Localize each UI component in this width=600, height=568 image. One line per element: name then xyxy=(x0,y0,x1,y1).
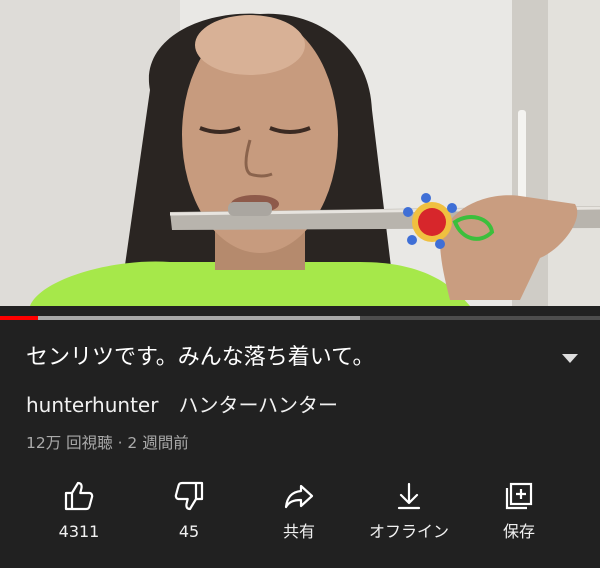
channel-name[interactable]: hunterhunter ハンターハンター xyxy=(26,390,338,420)
thumbs-down-icon xyxy=(174,481,204,511)
download-icon xyxy=(397,482,421,510)
expand-description-icon[interactable] xyxy=(560,350,580,366)
like-button[interactable]: 4311 xyxy=(24,470,134,560)
video-metadata: 12万 回視聴 · 2 週間前 xyxy=(26,434,189,452)
thumbs-up-icon xyxy=(64,481,94,511)
save-button[interactable]: 保存 xyxy=(464,470,574,560)
share-label: 共有 xyxy=(282,522,315,541)
video-title: センリツです。みんな落ち着いて。 xyxy=(26,345,375,370)
offline-label: オフライン xyxy=(368,522,449,541)
share-button[interactable]: 共有 xyxy=(244,470,354,560)
progress-played xyxy=(0,316,38,320)
video-player[interactable] xyxy=(0,0,600,306)
save-label: 保存 xyxy=(502,522,535,541)
like-count: 4311 xyxy=(58,522,100,541)
video-frame-image xyxy=(0,0,600,306)
progress-bar[interactable] xyxy=(0,316,600,320)
dislike-button[interactable]: 45 xyxy=(134,470,244,560)
dislike-count: 45 xyxy=(178,522,200,541)
share-icon xyxy=(284,484,314,509)
save-playlist-icon xyxy=(505,482,533,510)
offline-button[interactable]: オフライン xyxy=(354,470,464,560)
progress-buffered xyxy=(0,316,360,320)
action-bar: 4311 45 共有 オフライン 保存 xyxy=(0,470,600,560)
title-row[interactable]: センリツです。みんな落ち着いて。 xyxy=(26,342,586,378)
